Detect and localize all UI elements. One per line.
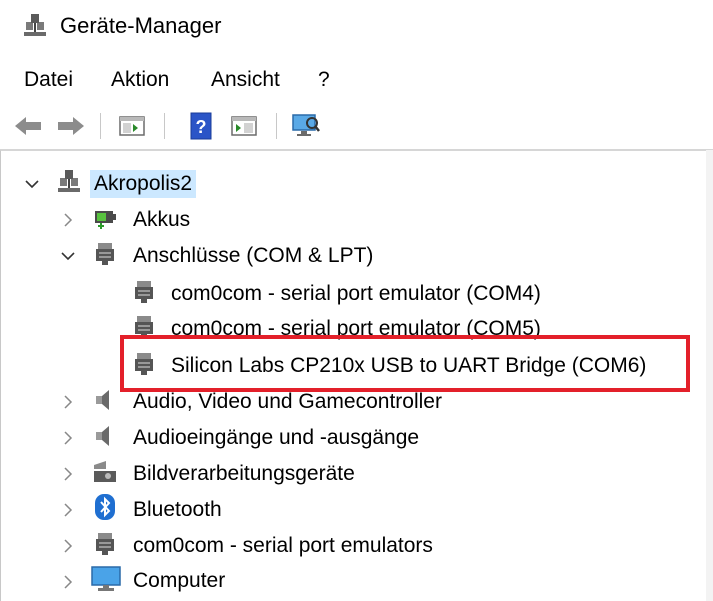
chevron-right-icon[interactable] (60, 574, 76, 590)
show-hide-console-tree-button[interactable] (116, 110, 148, 142)
battery-icon (92, 205, 118, 231)
toolbar: ? (0, 103, 713, 149)
title-bar: Geräte-Manager (0, 0, 713, 56)
speaker-icon (92, 387, 118, 413)
toolbar-separator (100, 113, 101, 139)
help-button[interactable]: ? (185, 110, 217, 142)
tree-item-com6[interactable]: Silicon Labs CP210x USB to UART Bridge (… (171, 352, 646, 380)
device-manager-icon (22, 12, 48, 40)
arrow-left-icon (15, 117, 41, 135)
port-icon (92, 241, 118, 267)
menu-help[interactable]: ? (318, 66, 330, 94)
properties-button[interactable] (228, 110, 260, 142)
chevron-right-icon[interactable] (60, 502, 76, 518)
forward-button[interactable] (55, 110, 87, 142)
toolbar-separator (164, 113, 165, 139)
chevron-right-icon[interactable] (60, 430, 76, 446)
tree-item-audio-video[interactable]: Audio, Video und Gamecontroller (133, 388, 442, 416)
back-button[interactable] (12, 110, 44, 142)
svg-text:?: ? (196, 117, 207, 137)
menu-bar: Datei Aktion Ansicht ? (0, 62, 713, 98)
tree-root-akropolis2[interactable]: Akropolis2 (90, 170, 197, 198)
tree-item-audio-io[interactable]: Audioeingänge und -ausgänge (133, 424, 419, 452)
chevron-right-icon[interactable] (60, 466, 76, 482)
arrow-right-icon (58, 117, 84, 135)
tree-item-computer[interactable]: Computer (133, 567, 225, 595)
console-tree-icon (119, 116, 145, 136)
monitor-scan-icon (292, 114, 320, 136)
properties-icon (231, 116, 257, 136)
camera-icon (92, 459, 118, 485)
port-icon (92, 531, 118, 557)
port-icon (131, 279, 157, 305)
tree-item-com0com-emulators[interactable]: com0com - serial port emulators (133, 532, 433, 560)
chevron-right-icon[interactable] (60, 212, 76, 228)
tree-item-com4[interactable]: com0com - serial port emulator (COM4) (171, 280, 541, 308)
chevron-right-icon[interactable] (60, 538, 76, 554)
tree-scrollbar[interactable] (706, 150, 713, 601)
tree-item-imaging[interactable]: Bildverarbeitungsgeräte (133, 460, 355, 488)
bluetooth-icon (92, 494, 118, 520)
chevron-down-icon[interactable] (24, 176, 40, 192)
toolbar-separator (276, 113, 277, 139)
menu-datei[interactable]: Datei (24, 66, 73, 94)
help-icon: ? (190, 112, 212, 140)
computer-network-icon (56, 169, 82, 195)
tree-item-anschluesse[interactable]: Anschlüsse (COM & LPT) (133, 242, 373, 270)
window-title: Geräte-Manager (60, 13, 222, 38)
speaker-icon (92, 423, 118, 449)
scan-hardware-button[interactable] (290, 110, 322, 142)
port-icon (131, 351, 157, 377)
chevron-right-icon[interactable] (60, 394, 76, 410)
tree-item-bluetooth[interactable]: Bluetooth (133, 496, 222, 524)
menu-ansicht[interactable]: Ansicht (211, 66, 280, 94)
tree-item-akkus[interactable]: Akkus (133, 206, 190, 234)
port-icon (131, 314, 157, 340)
menu-aktion[interactable]: Aktion (111, 66, 169, 94)
tree-item-com5[interactable]: com0com - serial port emulator (COM5) (171, 315, 541, 343)
chevron-down-icon[interactable] (60, 248, 76, 264)
monitor-icon (90, 566, 122, 592)
